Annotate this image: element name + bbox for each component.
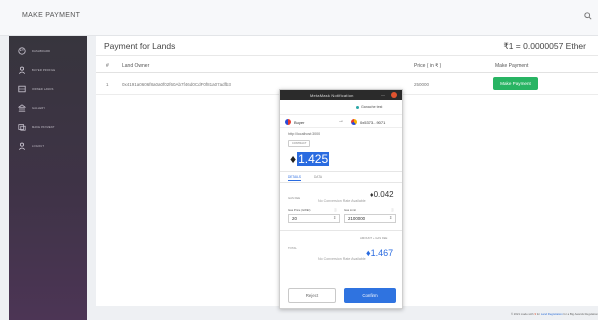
amount-value: 1.425 <box>297 152 330 166</box>
divider <box>96 55 598 56</box>
sidebar-item-owned-lands[interactable]: Owned Lands <box>17 83 83 95</box>
metamask-notification-window: MetaMask Notification — Ganache test Buy… <box>279 89 403 309</box>
total-amount: ♦1.467 <box>366 248 393 258</box>
stepper-icon[interactable]: ⇕ <box>333 215 336 220</box>
to-account: 0x5373...9071 <box>351 119 385 125</box>
avatar <box>285 119 291 125</box>
sidebar-item-label: Owned Lands <box>32 87 54 91</box>
sidebar-item-label: Gallery <box>32 106 46 110</box>
payment-icon <box>17 123 26 132</box>
window-title-bar: MetaMask Notification — <box>280 90 402 100</box>
tab-data[interactable]: DATA <box>314 175 322 179</box>
footer-link[interactable]: Land Registration <box>541 312 563 316</box>
sidebar-item-dashboard[interactable]: Dashboard <box>17 45 83 57</box>
user-icon <box>17 66 26 75</box>
sidebar: Dashboard Buyer Profile Owned Lands Gall… <box>9 36 87 320</box>
sidebar-item-buyer-profile[interactable]: Buyer Profile <box>17 64 83 76</box>
tab-details[interactable]: DETAILS <box>288 175 302 181</box>
network-name: Ganache test <box>361 105 383 109</box>
column-header-index: # <box>106 63 109 69</box>
footer-prefix: © 2021 made with <box>510 312 534 316</box>
account-row: Buyer → 0x5373...9071 <box>280 114 402 128</box>
from-account: Buyer <box>285 119 304 125</box>
heart-icon: ♥ <box>534 312 536 316</box>
search-icon[interactable] <box>584 12 592 20</box>
origin-url: http://localhost:3000 <box>288 132 321 136</box>
close-icon[interactable] <box>391 92 397 98</box>
footer: © 2021 made with ♥ for Land Registration… <box>511 312 598 316</box>
top-bar: MAKE PAYMENT <box>0 0 598 36</box>
network-indicator[interactable]: Ganache test <box>356 105 382 109</box>
sidebar-item-logout[interactable]: Logout <box>17 140 83 152</box>
sidebar-item-gallery[interactable]: Gallery <box>17 102 83 114</box>
page-title: Payment for Lands <box>104 41 176 51</box>
sidebar-item-label: Dashboard <box>32 49 51 53</box>
transaction-amount: ♦ 1.425 <box>290 152 330 166</box>
exchange-rate: ₹1 = 0.0000057 Ether <box>503 41 586 51</box>
palette-icon <box>17 47 26 56</box>
sidebar-item-label: Logout <box>32 144 45 148</box>
minimize-icon[interactable]: — <box>381 92 385 97</box>
column-header-make-payment: Make Payment <box>495 63 529 69</box>
map-icon <box>17 85 26 94</box>
amount-gas-fee-label: AMOUNT + GAS FEE <box>360 236 388 240</box>
column-header-land-owner: Land Owner <box>122 63 150 69</box>
gas-fee-amount: ♦0.042 <box>370 190 394 199</box>
logout-icon <box>17 142 26 151</box>
confirm-button[interactable]: Confirm <box>344 288 396 303</box>
sidebar-item-label: Buyer Profile <box>32 68 56 72</box>
help-icon[interactable]: ⓘ <box>334 208 337 212</box>
gas-price-label: Gas Price (GWEI) <box>288 208 311 212</box>
avatar <box>351 119 357 125</box>
sidebar-item-make-payment[interactable]: Make Payment <box>17 121 83 133</box>
column-header-price: Price ( in ₹ ) <box>414 63 442 69</box>
from-account-name: Buyer <box>294 119 305 125</box>
no-conversion-rate: No Conversion Rate Available <box>318 257 366 261</box>
divider <box>280 171 402 172</box>
network-dot-icon <box>356 105 359 109</box>
divider <box>96 72 598 73</box>
row-index: 1 <box>106 82 109 87</box>
make-payment-button[interactable]: Make Payment <box>493 77 538 90</box>
page-brand: MAKE PAYMENT <box>22 12 81 19</box>
contract-badge: CONTRACT <box>288 140 311 147</box>
reject-button[interactable]: Reject <box>288 288 336 303</box>
total-label: TOTAL <box>288 246 297 250</box>
window-title: MetaMask Notification <box>310 93 354 98</box>
divider <box>280 182 402 183</box>
bank-icon <box>17 104 26 113</box>
divider <box>280 230 402 231</box>
footer-suffix: for a Big Awards Regulation <box>563 312 598 316</box>
sidebar-item-label: Make Payment <box>32 125 55 129</box>
ether-icon: ♦ <box>290 152 297 166</box>
gas-fee-label: GAS FEE <box>288 196 301 200</box>
row-price: 250000 <box>414 82 430 87</box>
gas-limit-label: Gas Limit <box>344 208 356 212</box>
to-account-address: 0x5373...9071 <box>360 119 386 125</box>
stepper-icon[interactable]: ⇕ <box>389 215 392 220</box>
footer-for: for <box>536 312 541 316</box>
arrow-right-icon: → <box>338 118 344 124</box>
row-land-owner: 0x4191a0606f8a0a0f02f60Ab7f46d0CdF0f81a0… <box>122 82 231 87</box>
help-icon[interactable]: ⓘ <box>391 208 394 212</box>
no-conversion-rate: No Conversion Rate Available <box>318 199 366 203</box>
total-value: 1.467 <box>370 248 394 258</box>
gas-fee-value: 0.042 <box>373 190 394 199</box>
